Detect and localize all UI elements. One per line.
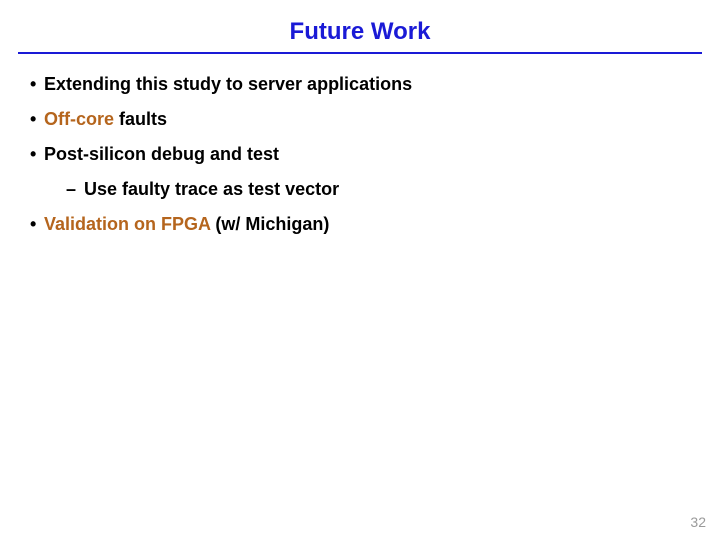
bullet-4-rest: (w/ Michigan)	[210, 214, 329, 234]
page-number: 32	[690, 514, 706, 530]
bullet-4-accent: Validation on FPGA	[44, 214, 210, 234]
bullet-3-sub-1-text: Use faulty trace as test vector	[84, 179, 339, 199]
bullet-1-text: Extending this study to server applicati…	[44, 74, 412, 94]
bullet-2: Off-core faults	[30, 109, 690, 130]
bullet-3-sub-1: Use faulty trace as test vector	[66, 179, 690, 200]
bullet-3: Post-silicon debug and test	[30, 144, 690, 165]
title-wrap: Future Work	[0, 0, 720, 46]
slide-title: Future Work	[290, 18, 431, 46]
bullet-4: Validation on FPGA (w/ Michigan)	[30, 214, 690, 235]
bullet-1: Extending this study to server applicati…	[30, 74, 690, 95]
bullet-2-accent: Off-core	[44, 109, 114, 129]
slide: Future Work Extending this study to serv…	[0, 0, 720, 540]
bullet-3-text: Post-silicon debug and test	[44, 144, 279, 164]
slide-body: Extending this study to server applicati…	[0, 54, 720, 235]
bullet-2-rest: faults	[114, 109, 167, 129]
